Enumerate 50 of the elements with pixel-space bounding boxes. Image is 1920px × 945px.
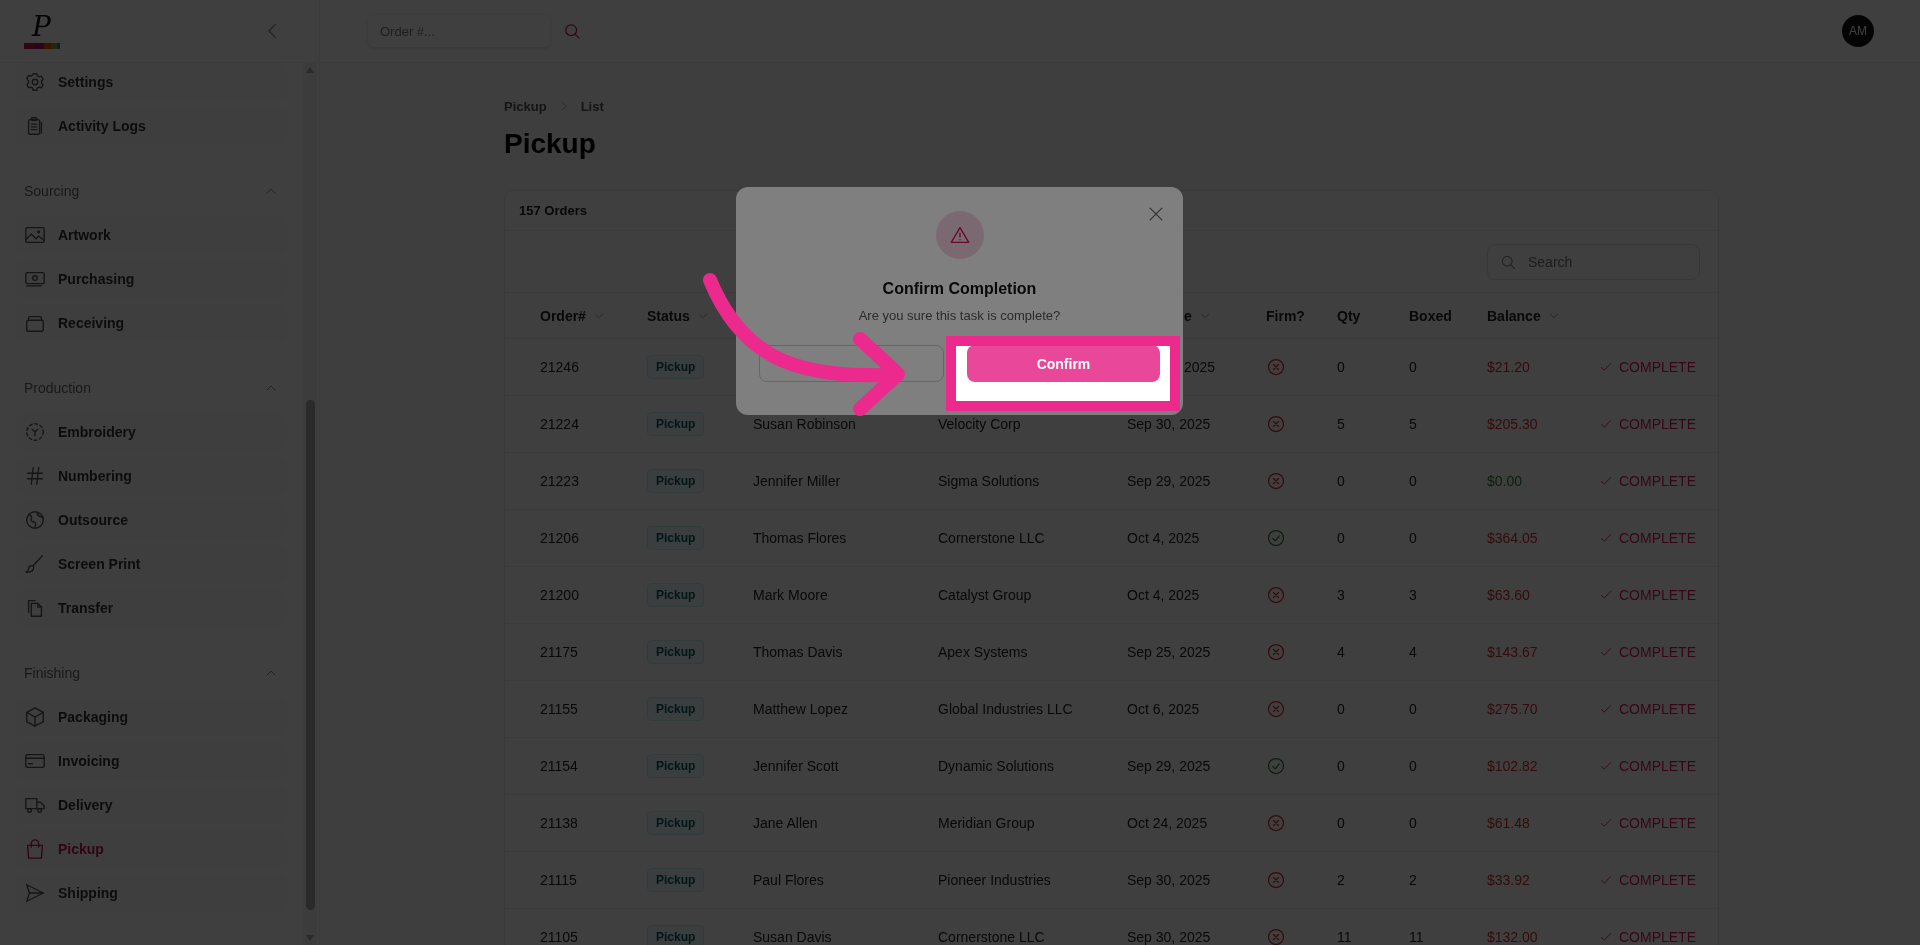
status-badge: Pickup: [647, 811, 705, 835]
check-icon: [1599, 930, 1613, 944]
check-icon: [1599, 645, 1613, 659]
dialog-message: Are you sure this task is complete?: [858, 308, 1061, 323]
status-badge: Pickup: [647, 640, 705, 664]
complete-button[interactable]: COMPLETE: [1599, 697, 1696, 721]
confirm-button[interactable]: Confirm: [967, 345, 1160, 382]
check-icon: [1599, 873, 1613, 887]
logo-color-bar: [24, 43, 60, 49]
check-icon: [1599, 531, 1613, 545]
hash-icon: [24, 465, 46, 487]
status-badge: Pickup: [647, 754, 705, 778]
settings-icon: [24, 71, 46, 93]
globe-icon: [24, 509, 46, 531]
dashed-circle-icon: [24, 421, 46, 443]
status-badge: Pickup: [647, 868, 705, 892]
logo-letter: P: [32, 13, 51, 41]
status-badge: Pickup: [647, 925, 705, 945]
complete-button[interactable]: COMPLETE: [1599, 811, 1696, 835]
brush-icon: [24, 553, 46, 575]
page-title: Pickup: [504, 127, 597, 161]
status-badge: Pickup: [647, 469, 705, 493]
complete-button[interactable]: COMPLETE: [1599, 469, 1696, 493]
shopping-bag-icon: [24, 838, 46, 860]
complete-button[interactable]: COMPLETE: [1599, 925, 1696, 945]
dialog-title: Confirm Completion: [882, 280, 1037, 298]
image-icon: [24, 224, 46, 246]
check-icon: [1599, 702, 1613, 716]
check-icon: [1599, 588, 1613, 602]
complete-button[interactable]: COMPLETE: [1599, 754, 1696, 778]
check-icon: [1599, 816, 1613, 830]
check-icon: [1599, 759, 1613, 773]
paper-plane-icon: [24, 882, 46, 904]
complete-button[interactable]: COMPLETE: [1599, 526, 1696, 550]
complete-button[interactable]: COMPLETE: [1599, 412, 1696, 436]
complete-button[interactable]: COMPLETE: [1599, 583, 1696, 607]
check-icon: [1599, 360, 1613, 374]
search-icon[interactable]: [562, 21, 582, 41]
check-icon: [1599, 474, 1613, 488]
status-badge: Pickup: [647, 697, 705, 721]
status-badge: Pickup: [647, 526, 705, 550]
status-badge: Pickup: [647, 355, 705, 379]
check-icon: [1599, 417, 1613, 431]
status-badge: Pickup: [647, 583, 705, 607]
cube-icon: [24, 706, 46, 728]
warning-icon: [948, 224, 971, 246]
complete-button[interactable]: COMPLETE: [1599, 355, 1696, 379]
complete-button[interactable]: COMPLETE: [1599, 868, 1696, 892]
status-badge: Pickup: [647, 412, 705, 436]
complete-button[interactable]: COMPLETE: [1599, 640, 1696, 664]
